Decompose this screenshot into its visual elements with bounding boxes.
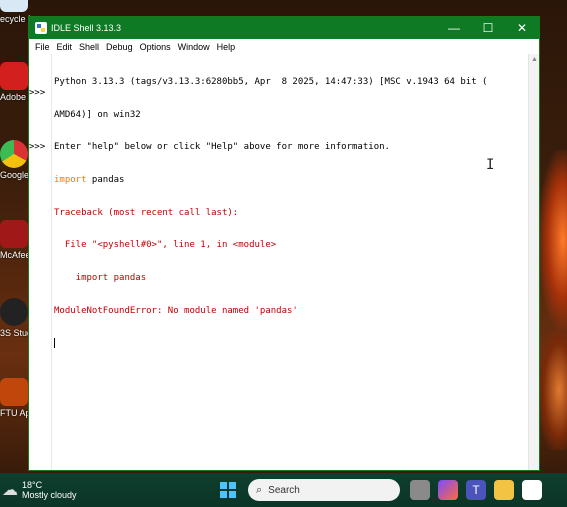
menu-file[interactable]: File — [33, 42, 55, 52]
command-text: pandas — [86, 174, 125, 185]
start-button[interactable] — [218, 480, 238, 500]
desktop-icon-label: FTU Apps.D — [0, 408, 30, 418]
app-icon — [0, 378, 28, 406]
desktop-icon-obs[interactable]: 3S Studi — [0, 298, 30, 338]
desktop-icon-chrome[interactable]: Google Chrome — [0, 140, 30, 180]
file-explorer-icon[interactable] — [494, 480, 514, 500]
chrome-icon — [0, 140, 28, 168]
menu-edit[interactable]: Edit — [55, 42, 78, 52]
scroll-up-icon[interactable]: ▲ — [531, 56, 538, 63]
menu-debug[interactable]: Debug — [104, 42, 138, 52]
menu-help[interactable]: Help — [215, 42, 241, 52]
taskbar-search[interactable]: ⌕ Search — [248, 479, 400, 501]
desktop-icon-label: Google Chrome — [0, 170, 30, 180]
menu-shell[interactable]: Shell — [77, 42, 104, 52]
acrobat-icon — [0, 62, 28, 90]
windows-icon — [220, 482, 236, 498]
close-button[interactable]: ✕ — [505, 17, 539, 39]
desktop-icon-acrobat[interactable]: Adobe Acrobat — [0, 62, 30, 102]
desktop-icon-label: 3S Studi — [0, 328, 30, 338]
vertical-scrollbar[interactable]: ▲ — [528, 54, 539, 470]
menu-window[interactable]: Window — [176, 42, 215, 52]
weather-widget[interactable]: ☁ 18°C Mostly cloudy — [2, 480, 202, 500]
desktop-icon-label: Adobe Acrobat — [0, 92, 30, 102]
prompt-marker: >>> — [29, 87, 46, 98]
desktop-icon-app[interactable]: FTU Apps.D — [0, 378, 30, 418]
error-message: ModuleNotFoundError: No module named 'pa… — [54, 305, 298, 316]
search-label: Search — [268, 484, 300, 496]
desktop-glow — [539, 330, 567, 450]
task-view-icon[interactable] — [410, 480, 430, 500]
desktop-icon-mcafee[interactable]: McAfee Security S — [0, 220, 30, 260]
weather-temperature: 18°C — [22, 480, 43, 490]
shell-content: >>> >>> Python 3.13.3 (tags/v3.13.3:6280… — [29, 54, 539, 470]
menu-options[interactable]: Options — [138, 42, 176, 52]
search-icon: ⌕ — [256, 483, 263, 496]
prompt-gutter: >>> >>> — [29, 54, 52, 470]
keyword-text: import — [54, 174, 87, 185]
banner-line: AMD64)] on win32 — [54, 109, 141, 120]
banner-line: Python 3.13.3 (tags/v3.13.3:6280bb5, Apr… — [54, 76, 488, 87]
taskbar: ☁ 18°C Mostly cloudy ⌕ Search T — [0, 473, 567, 507]
traceback-line: import pandas — [54, 273, 147, 284]
copilot-icon[interactable] — [438, 480, 458, 500]
teams-icon[interactable]: T — [466, 480, 486, 500]
title-bar[interactable]: IDLE Shell 3.13.3 — ☐ ✕ — [29, 17, 539, 39]
python-icon — [35, 22, 47, 34]
mcafee-icon — [0, 220, 28, 248]
window-title: IDLE Shell 3.13.3 — [51, 23, 122, 33]
traceback-line: Traceback (most recent call last): — [54, 207, 239, 218]
store-icon[interactable] — [522, 480, 542, 500]
traceback-line: File "<pyshell#0>", line 1, in <module> — [54, 240, 277, 251]
prompt-marker: >>> — [29, 142, 46, 153]
desktop-icon-recycle-bin[interactable]: ecycle B — [0, 0, 30, 24]
text-cursor — [54, 338, 55, 349]
shell-text-area[interactable]: Python 3.13.3 (tags/v3.13.3:6280bb5, Apr… — [52, 54, 528, 470]
maximize-button[interactable]: ☐ — [471, 17, 505, 39]
menu-bar: File Edit Shell Debug Options Window Hel… — [29, 39, 539, 54]
input-line: import pandas — [54, 175, 528, 186]
desktop-icon-label: ecycle B — [0, 14, 30, 24]
recycle-bin-icon — [0, 0, 28, 12]
current-input-line[interactable] — [54, 338, 528, 349]
desktop-glow — [539, 150, 567, 330]
banner-line: Enter "help" below or click "Help" above… — [54, 142, 390, 153]
desktop-icon-label: McAfee Security S — [0, 250, 30, 260]
cloud-icon: ☁ — [2, 482, 18, 499]
idle-shell-window: IDLE Shell 3.13.3 — ☐ ✕ File Edit Shell … — [28, 16, 540, 471]
ibeam-cursor-icon: I — [486, 157, 495, 173]
minimize-button[interactable]: — — [437, 17, 471, 39]
obs-icon — [0, 298, 28, 326]
weather-condition: Mostly cloudy — [22, 490, 77, 500]
